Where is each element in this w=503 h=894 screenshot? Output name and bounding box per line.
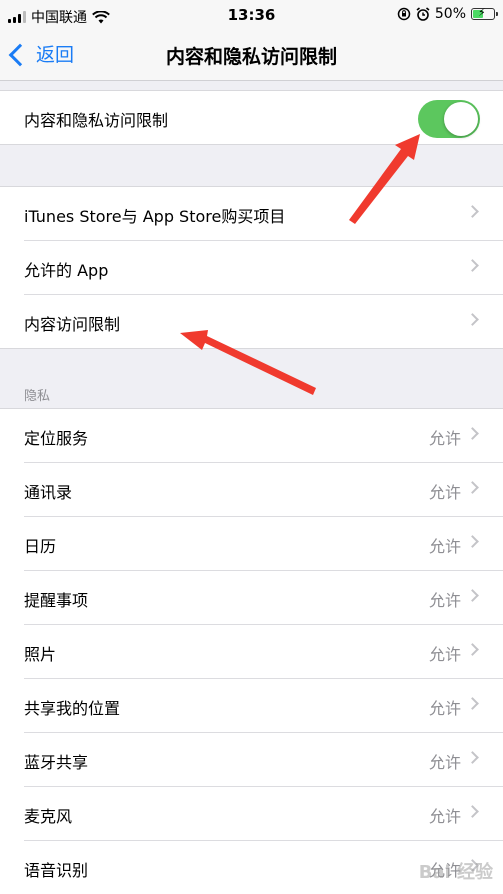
store-group: iTunes Store与 App Store购买项目 允许的 App 内容访问… bbox=[0, 186, 503, 349]
chevron-right-icon bbox=[466, 751, 479, 764]
chevron-right-icon bbox=[466, 535, 479, 548]
row-content-restrictions[interactable]: 内容访问限制 bbox=[24, 295, 503, 348]
row-label: 蓝牙共享 bbox=[24, 753, 89, 772]
battery-percent: 50% bbox=[434, 6, 466, 22]
alarm-icon bbox=[416, 7, 430, 21]
battery-charging-icon: ⚡ bbox=[471, 6, 498, 20]
row-value: 允许 bbox=[428, 429, 461, 448]
row-label: 通讯录 bbox=[24, 483, 73, 502]
row-itunes-app-store-purchases[interactable]: iTunes Store与 App Store购买项目 bbox=[24, 187, 503, 241]
main-toggle-group: 内容和隐私访问限制 bbox=[0, 90, 503, 145]
row-value: 允许 bbox=[428, 645, 461, 664]
chevron-right-icon bbox=[466, 313, 479, 326]
navigation-bar: 返回 内容和隐私访问限制 bbox=[0, 30, 503, 81]
row-allowed-apps[interactable]: 允许的 App bbox=[24, 241, 503, 295]
row-label: 内容访问限制 bbox=[24, 315, 121, 334]
row-reminders[interactable]: 提醒事项 允许 bbox=[24, 571, 503, 625]
chevron-right-icon bbox=[466, 205, 479, 218]
page-title: 内容和隐私访问限制 bbox=[165, 46, 337, 68]
row-value: 允许 bbox=[428, 753, 461, 772]
row-bluetooth-sharing[interactable]: 蓝牙共享 允许 bbox=[24, 733, 503, 787]
content-privacy-toggle[interactable] bbox=[418, 100, 480, 138]
chevron-right-icon bbox=[466, 481, 479, 494]
row-label: 语音识别 bbox=[24, 861, 89, 880]
row-contacts[interactable]: 通讯录 允许 bbox=[24, 463, 503, 517]
watermark: Bai 经验 bbox=[418, 862, 493, 883]
content-privacy-toggle-row: 内容和隐私访问限制 bbox=[24, 91, 503, 144]
row-label: 麦克风 bbox=[24, 807, 73, 826]
privacy-group: 定位服务 允许 通讯录 允许 日历 允许 提醒事项 允许 照片 允许 共享我的位… bbox=[0, 408, 503, 894]
row-value: 允许 bbox=[428, 537, 461, 556]
row-location-services[interactable]: 定位服务 允许 bbox=[24, 409, 503, 463]
row-value: 允许 bbox=[428, 699, 461, 718]
chevron-right-icon bbox=[466, 805, 479, 818]
row-value: 允许 bbox=[428, 591, 461, 610]
toggle-label: 内容和隐私访问限制 bbox=[24, 111, 169, 130]
row-label: 提醒事项 bbox=[24, 591, 89, 610]
row-label: 定位服务 bbox=[24, 429, 89, 448]
status-right: 50% ⚡ bbox=[397, 6, 498, 22]
chevron-right-icon bbox=[466, 643, 479, 656]
status-bar: 中国联通 13:36 50% ⚡ bbox=[0, 0, 503, 30]
row-label: 照片 bbox=[24, 645, 57, 664]
row-microphone[interactable]: 麦克风 允许 bbox=[24, 787, 503, 841]
row-value: 允许 bbox=[428, 807, 461, 826]
rotation-lock-icon bbox=[397, 7, 411, 21]
privacy-section-header: 隐私 bbox=[24, 389, 51, 404]
row-calendars[interactable]: 日历 允许 bbox=[24, 517, 503, 571]
chevron-right-icon bbox=[466, 259, 479, 272]
row-label: 允许的 App bbox=[24, 261, 109, 280]
row-label: 共享我的位置 bbox=[24, 699, 121, 718]
row-label: iTunes Store与 App Store购买项目 bbox=[24, 207, 286, 226]
row-photos[interactable]: 照片 允许 bbox=[24, 625, 503, 679]
chevron-right-icon bbox=[466, 427, 479, 440]
row-share-my-location[interactable]: 共享我的位置 允许 bbox=[24, 679, 503, 733]
chevron-right-icon bbox=[466, 697, 479, 710]
row-label: 日历 bbox=[24, 537, 57, 556]
chevron-right-icon bbox=[466, 589, 479, 602]
row-value: 允许 bbox=[428, 483, 461, 502]
